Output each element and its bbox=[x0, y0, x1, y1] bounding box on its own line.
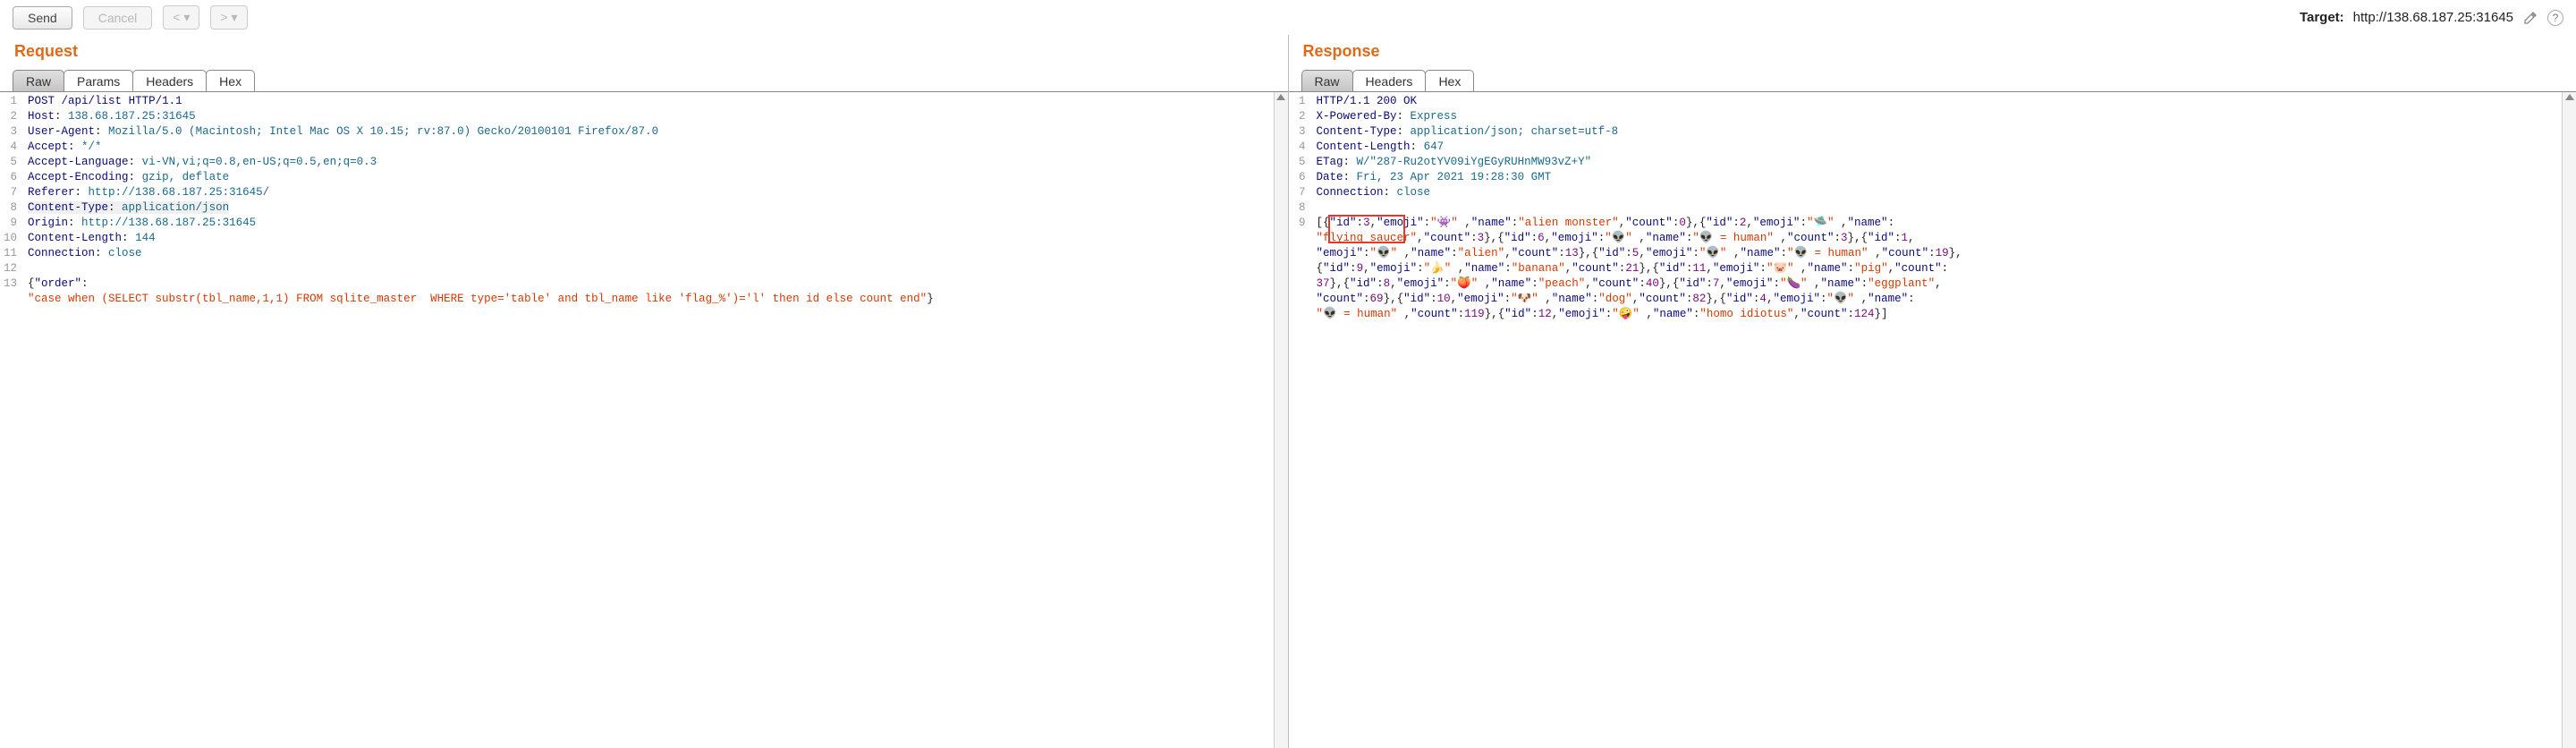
help-icon[interactable]: ? bbox=[2547, 10, 2563, 26]
tab-params[interactable]: Params bbox=[64, 70, 133, 91]
response-scrollbar[interactable] bbox=[2562, 92, 2576, 748]
pencil-icon[interactable] bbox=[2522, 10, 2538, 26]
scroll-up-icon bbox=[2565, 94, 2574, 100]
request-panel: Request RawParamsHeadersHex 1 2 3 4 5 6 … bbox=[0, 35, 1289, 748]
tab-raw[interactable]: Raw bbox=[13, 70, 64, 91]
response-panel: Response RawHeadersHex 1 2 3 4 5 6 7 8 9… bbox=[1289, 35, 2576, 748]
tab-headers[interactable]: Headers bbox=[1352, 70, 1427, 91]
request-code[interactable]: POST /api/list HTTP/1.1 Host: 138.68.187… bbox=[24, 92, 1273, 748]
request-scrollbar[interactable] bbox=[1274, 92, 1288, 748]
request-gutter: 1 2 3 4 5 6 7 8 9 10 11 12 13 bbox=[0, 92, 24, 748]
toolbar: Send Cancel < ▾ > ▾ Target: http://138.6… bbox=[0, 0, 2576, 35]
response-tabs: RawHeadersHex bbox=[1289, 70, 2576, 91]
target-display: Target: http://138.68.187.25:31645 ? bbox=[2300, 10, 2563, 26]
next-button: > ▾ bbox=[210, 5, 247, 30]
tab-hex[interactable]: Hex bbox=[206, 70, 255, 91]
response-code[interactable]: HTTP/1.1 200 OK X-Powered-By: Express Co… bbox=[1313, 92, 2562, 748]
target-url: http://138.68.187.25:31645 bbox=[2353, 10, 2513, 25]
request-editor-wrap: 1 2 3 4 5 6 7 8 9 10 11 12 13 POST /api/… bbox=[0, 91, 1288, 748]
response-editor[interactable]: 1 2 3 4 5 6 7 8 9 HTTP/1.1 200 OK X-Powe… bbox=[1289, 92, 2563, 748]
send-button[interactable]: Send bbox=[13, 6, 72, 30]
tab-hex[interactable]: Hex bbox=[1425, 70, 1474, 91]
response-editor-wrap: 1 2 3 4 5 6 7 8 9 HTTP/1.1 200 OK X-Powe… bbox=[1289, 91, 2576, 748]
tab-headers[interactable]: Headers bbox=[132, 70, 207, 91]
prev-button: < ▾ bbox=[163, 5, 199, 30]
panels: Request RawParamsHeadersHex 1 2 3 4 5 6 … bbox=[0, 35, 2576, 748]
request-tabs: RawParamsHeadersHex bbox=[0, 70, 1288, 91]
response-title: Response bbox=[1289, 35, 2576, 70]
response-gutter: 1 2 3 4 5 6 7 8 9 bbox=[1289, 92, 1313, 748]
scroll-up-icon bbox=[1276, 94, 1285, 100]
request-editor[interactable]: 1 2 3 4 5 6 7 8 9 10 11 12 13 POST /api/… bbox=[0, 92, 1274, 748]
request-title: Request bbox=[0, 35, 1288, 70]
target-label: Target: bbox=[2300, 10, 2344, 25]
tab-raw[interactable]: Raw bbox=[1301, 70, 1353, 91]
cancel-button: Cancel bbox=[83, 6, 153, 30]
